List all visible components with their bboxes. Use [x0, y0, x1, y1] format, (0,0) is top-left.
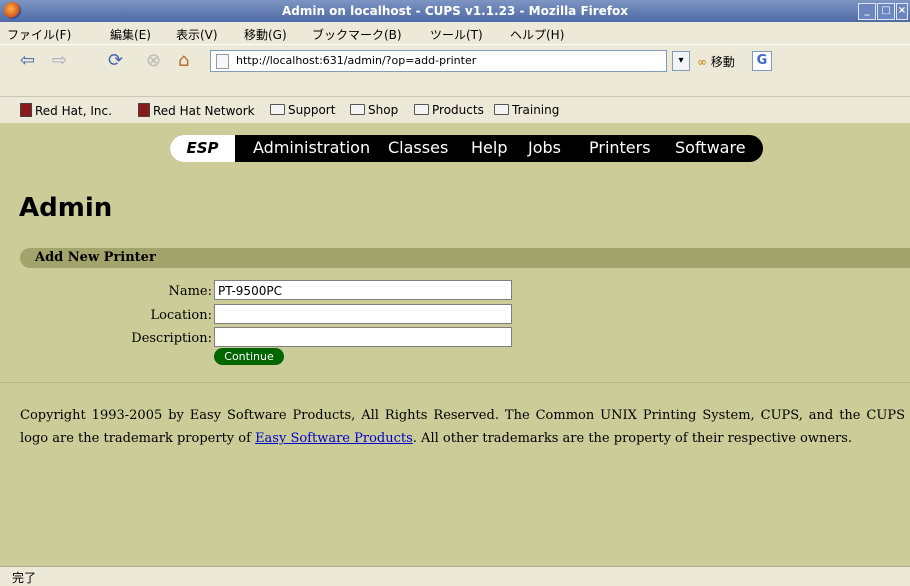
bookmark-redhat-network[interactable]: Red Hat Network — [138, 103, 255, 118]
menu-view[interactable]: 表示(V) — [176, 26, 218, 43]
bookmark-icon — [20, 103, 32, 117]
nav-jobs[interactable]: Jobs — [528, 138, 561, 157]
go-label: 移動 — [710, 55, 735, 69]
name-label: Name: — [168, 284, 212, 299]
status-bar: 完了 — [0, 566, 910, 586]
nav-software[interactable]: Software — [675, 138, 746, 157]
back-icon[interactable]: ⇦ — [20, 50, 35, 71]
menu-edit[interactable]: 編集(E) — [110, 26, 151, 43]
bookmark-label: Training — [512, 103, 560, 117]
page-icon — [216, 54, 229, 69]
window-titlebar: Admin on localhost - CUPS v1.1.23 - Mozi… — [0, 0, 910, 22]
section-title: Add New Printer — [35, 250, 156, 265]
bookmark-label: Red Hat Network — [153, 104, 255, 118]
page-content: ESP Administration Classes Help Jobs Pri… — [0, 123, 910, 566]
divider — [0, 382, 910, 383]
navigation-toolbar: ⇦ ⇨ ⟳ ⊗ ⌂ http://localhost:631/admin/?op… — [0, 44, 910, 75]
copyright-text-end: . All other trademarks are the property … — [412, 431, 853, 446]
url-field[interactable]: http://localhost:631/admin/?op=add-print… — [210, 50, 667, 72]
bookmark-icon — [138, 103, 150, 117]
nav-administration[interactable]: Administration — [253, 138, 370, 157]
home-icon[interactable]: ⌂ — [178, 50, 189, 71]
menu-tools[interactable]: ツール(T) — [430, 26, 483, 43]
reload-icon[interactable]: ⟳ — [108, 50, 123, 71]
cups-navbar: ESP Administration Classes Help Jobs Pri… — [170, 135, 763, 162]
esp-logo[interactable]: ESP — [170, 135, 235, 162]
bookmark-label: Red Hat, Inc. — [35, 104, 112, 118]
menu-bar: ファイル(F) 編集(E) 表示(V) 移動(G) ブックマーク(B) ツール(… — [0, 22, 910, 44]
description-field[interactable] — [214, 327, 512, 347]
folder-icon — [414, 104, 429, 115]
maximize-icon[interactable]: □ — [877, 3, 895, 20]
bookmark-support[interactable]: Support — [270, 103, 335, 117]
url-text: http://localhost:631/admin/?op=add-print… — [236, 54, 477, 67]
location-label: Location: — [150, 308, 212, 323]
bookmark-label: Support — [288, 103, 336, 117]
bookmark-training[interactable]: Training — [494, 103, 559, 117]
go-button[interactable]: ∞ 移動 — [697, 53, 735, 70]
status-text: 完了 — [12, 571, 37, 585]
easy-software-link[interactable]: Easy Software Products — [255, 431, 413, 446]
nav-printers[interactable]: Printers — [589, 138, 651, 157]
window-title: Admin on localhost - CUPS v1.1.23 - Mozi… — [281, 4, 629, 18]
bookmark-products[interactable]: Products — [414, 103, 484, 117]
bookmarks-toolbar: Red Hat, Inc. Red Hat Network Support Sh… — [0, 96, 910, 123]
search-engine-icon[interactable]: G — [752, 51, 772, 71]
close-icon[interactable]: × — [896, 3, 908, 20]
folder-icon — [350, 104, 365, 115]
menu-file[interactable]: ファイル(F) — [7, 26, 71, 43]
copyright-text: Copyright 1993-2005 by Easy Software Pro… — [20, 404, 905, 450]
name-field[interactable]: PT-9500PC — [214, 280, 512, 300]
minimize-icon[interactable]: _ — [858, 3, 876, 20]
url-dropdown-button[interactable]: ▾ — [672, 51, 690, 71]
forward-icon[interactable]: ⇨ — [52, 50, 67, 71]
menu-go[interactable]: 移動(G) — [244, 26, 287, 43]
stop-icon[interactable]: ⊗ — [146, 50, 161, 71]
folder-icon — [270, 104, 285, 115]
location-field[interactable] — [214, 304, 512, 324]
bookmark-shop[interactable]: Shop — [350, 103, 398, 117]
continue-button[interactable]: Continue — [214, 348, 284, 365]
menu-bookmarks[interactable]: ブックマーク(B) — [312, 26, 402, 43]
section-header: Add New Printer — [20, 248, 910, 268]
bookmark-label: Products — [432, 103, 484, 117]
bookmark-redhat[interactable]: Red Hat, Inc. — [20, 103, 112, 118]
bookmark-label: Shop — [368, 103, 399, 117]
description-label: Description: — [131, 331, 212, 346]
nav-classes[interactable]: Classes — [388, 138, 448, 157]
menu-help[interactable]: ヘルプ(H) — [510, 26, 564, 43]
page-title: Admin — [19, 193, 113, 223]
folder-icon — [494, 104, 509, 115]
nav-help[interactable]: Help — [471, 138, 507, 157]
go-icon: ∞ — [697, 55, 707, 69]
